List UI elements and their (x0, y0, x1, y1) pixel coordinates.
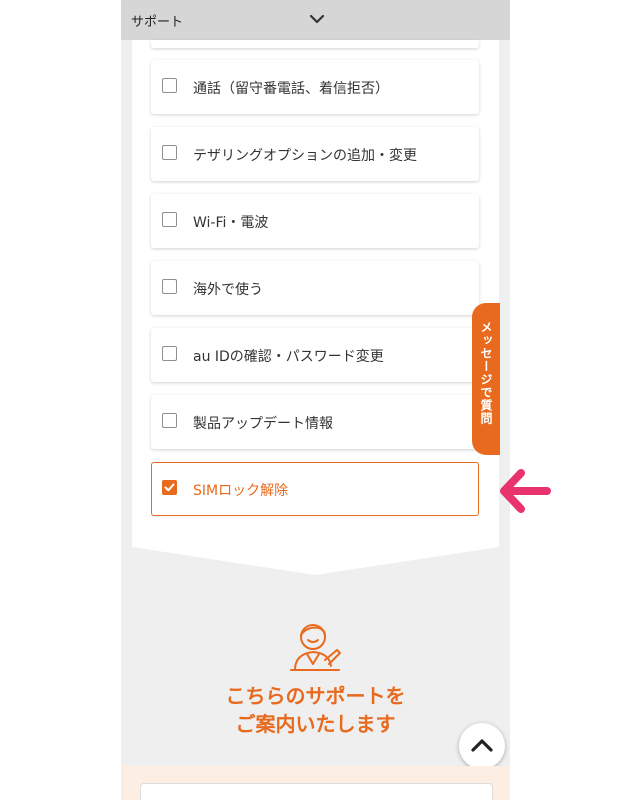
support-heading-line2: ご案内いたします (235, 712, 396, 736)
scroll-top-button[interactable] (459, 723, 505, 769)
checkbox[interactable] (162, 78, 177, 93)
checklist-item-simunlock[interactable]: SIMロック解除 (151, 462, 479, 516)
checkbox[interactable] (162, 346, 177, 361)
checkmark-icon (164, 483, 175, 492)
arrow-left-icon (500, 469, 551, 513)
message-tab-label: メッセージで質問 (479, 321, 493, 425)
panel-pointer (132, 537, 499, 575)
checkbox-checked[interactable] (162, 480, 177, 495)
support-person-icon (290, 624, 341, 671)
checklist-item-call[interactable]: 通話（留守番電話、着信拒否） (151, 60, 479, 114)
checklist-label: au IDの確認・パスワード変更 (193, 349, 384, 365)
checkbox[interactable] (162, 212, 177, 227)
mobile-viewport: サポート 通話（留守番電話、着信拒否） テザリングオプションの追加・変更 Wi-… (121, 0, 510, 800)
checklist-item-auid[interactable]: au IDの確認・パスワード変更 (151, 328, 479, 382)
checklist-item-wifi[interactable]: Wi-Fi・電波 (151, 194, 479, 248)
checklist-item-overseas[interactable]: 海外で使う (151, 261, 479, 315)
header-title: サポート (131, 15, 184, 30)
message-question-tab[interactable]: メッセージで質問 (472, 303, 500, 455)
checklist-label: 海外で使う (193, 282, 263, 298)
checkbox[interactable] (162, 279, 177, 294)
checklist-label: Wi-Fi・電波 (193, 215, 269, 231)
checklist-label: テザリングオプションの追加・変更 (193, 148, 417, 164)
checklist-item-tethering[interactable]: テザリングオプションの追加・変更 (151, 127, 479, 181)
checklist-item-update[interactable]: 製品アップデート情報 (151, 395, 479, 449)
support-heading: こちらのサポートを ご案内いたします (121, 682, 510, 738)
chevron-down-icon[interactable] (309, 11, 325, 27)
header-bar[interactable]: サポート (121, 0, 510, 40)
chevron-up-icon (471, 739, 493, 752)
checklist-label: 製品アップデート情報 (193, 416, 333, 432)
list-item-partial (151, 40, 479, 48)
checklist-label: 通話（留守番電話、着信拒否） (193, 81, 389, 97)
checkbox[interactable] (162, 145, 177, 160)
support-heading-line1: こちらのサポートを (225, 684, 406, 708)
checkbox[interactable] (162, 413, 177, 428)
checklist-label: SIMロック解除 (193, 483, 289, 499)
bottom-card (140, 783, 493, 800)
